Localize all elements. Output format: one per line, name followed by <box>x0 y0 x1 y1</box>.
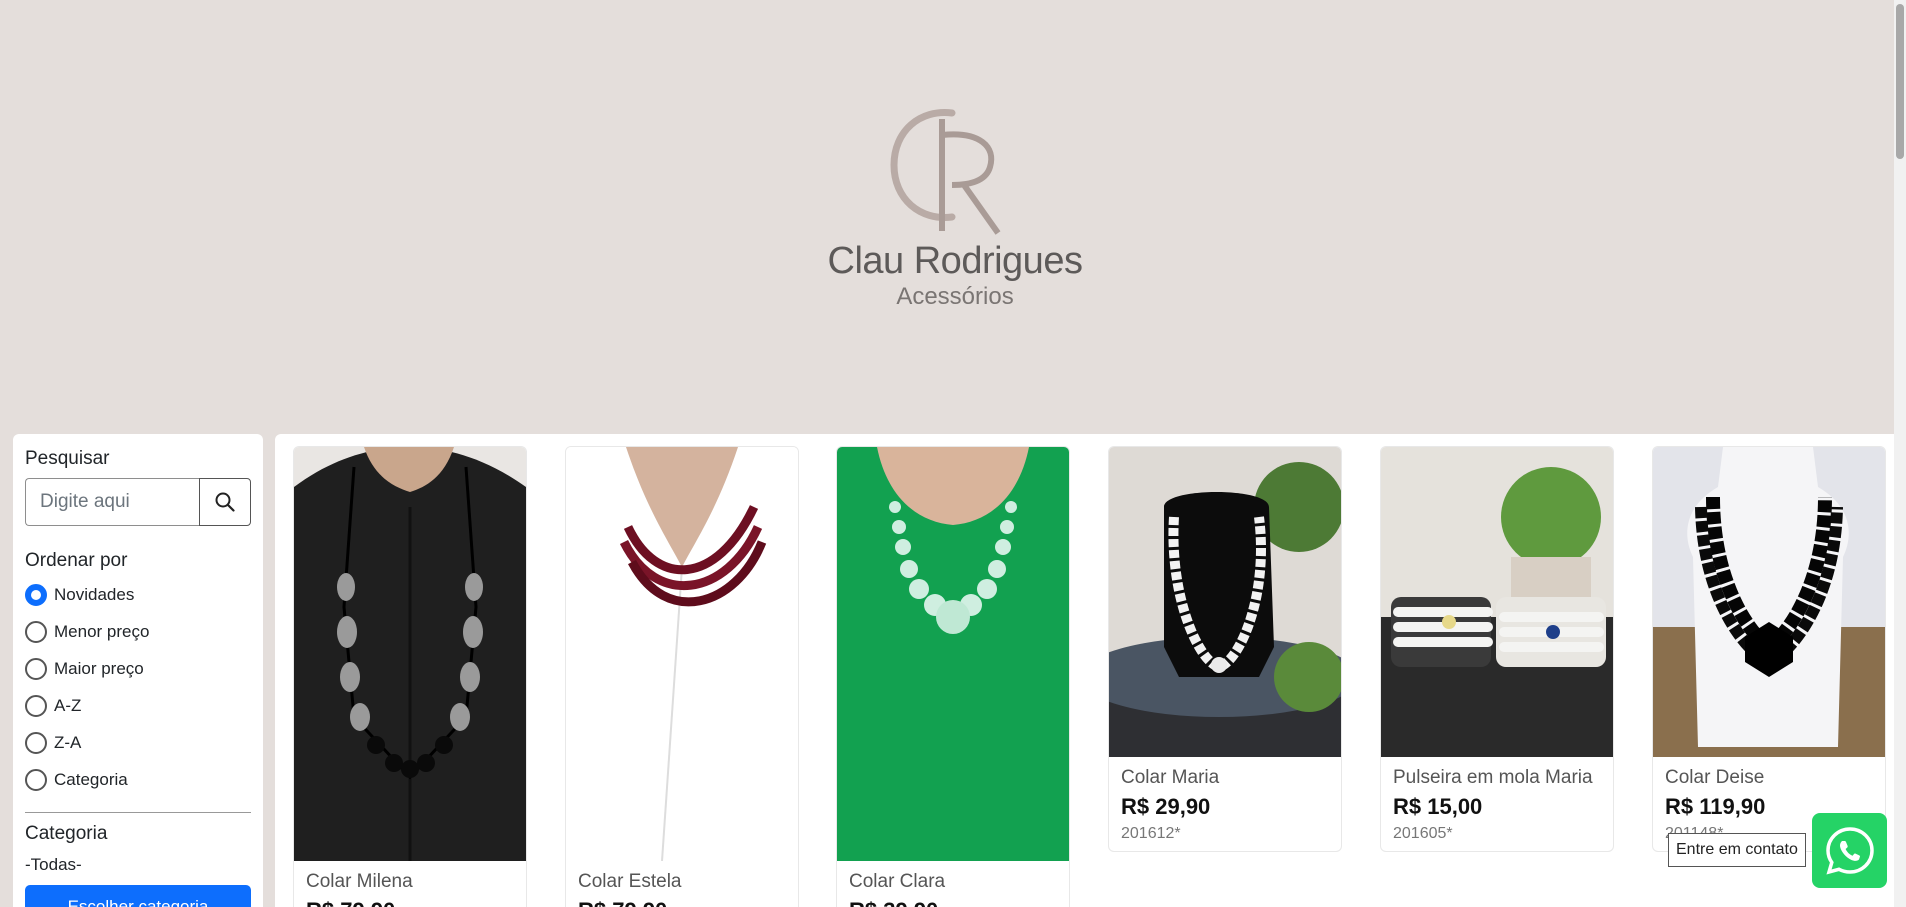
page-scrollbar[interactable] <box>1894 0 1906 907</box>
order-options: Novidades Menor preço Maior preço A-Z Z-… <box>25 576 251 798</box>
order-option-label: Z-A <box>54 732 82 752</box>
product-info: Colar Clara R$ 39,90 <box>837 861 1069 907</box>
product-name: Colar Maria <box>1121 767 1220 788</box>
radio-novidades[interactable] <box>25 583 47 606</box>
choose-category-button[interactable]: Escolher categoria <box>25 885 251 907</box>
product-info: Colar Maria R$ 29,90 201612* <box>1109 757 1341 851</box>
product-name: Colar Estela <box>578 871 682 892</box>
brand-subtitle: Acessórios <box>896 283 1014 310</box>
order-option-label: Menor preço <box>54 621 150 641</box>
category-title: Categoria <box>25 823 108 844</box>
order-option-label: Novidades <box>54 584 135 604</box>
product-image[interactable] <box>1109 447 1341 757</box>
search-icon <box>215 492 235 512</box>
product-image[interactable] <box>837 447 1069 861</box>
radio-z-a[interactable] <box>25 731 47 754</box>
order-option-menor-preco[interactable]: Menor preço <box>25 613 251 650</box>
product-info: Pulseira em mola Maria R$ 15,00 201605* <box>1381 757 1613 851</box>
product-code: 201612* <box>1121 825 1181 842</box>
search-button[interactable] <box>199 478 251 526</box>
sidebar-divider <box>25 812 251 813</box>
order-option-a-z[interactable]: A-Z <box>25 687 251 724</box>
product-image[interactable] <box>294 447 526 861</box>
product-card[interactable]: Colar Estela R$ 79,90 <box>565 446 799 907</box>
order-option-categoria[interactable]: Categoria <box>25 761 251 798</box>
product-photo-necklace <box>294 447 526 861</box>
order-option-maior-preco[interactable]: Maior preço <box>25 650 251 687</box>
whatsapp-icon <box>1825 826 1874 875</box>
radio-maior-preco[interactable] <box>25 657 47 680</box>
header-banner: Clau Rodrigues Acessórios <box>0 0 1894 430</box>
product-card[interactable]: Colar Milena R$ 79,90 <box>293 446 527 907</box>
category-value: -Todas- <box>25 855 82 874</box>
whatsapp-tooltip: Entre em contato <box>1668 833 1806 867</box>
radio-categoria[interactable] <box>25 768 47 791</box>
product-photo-necklace <box>837 447 1069 861</box>
product-code: 201605* <box>1393 825 1453 842</box>
order-option-label: A-Z <box>54 695 82 715</box>
order-option-novidades[interactable]: Novidades <box>25 576 251 613</box>
radio-menor-preco[interactable] <box>25 620 47 643</box>
product-card[interactable]: Colar Maria R$ 29,90 201612* <box>1108 446 1342 852</box>
product-price: R$ 29,90 <box>1121 794 1211 819</box>
product-price: R$ 39,90 <box>849 898 1057 907</box>
product-price: R$ 15,00 <box>1393 794 1483 819</box>
product-info: Colar Estela R$ 79,90 <box>566 861 798 907</box>
radio-a-z[interactable] <box>25 694 47 717</box>
cr-monogram-icon <box>890 109 1001 235</box>
filter-sidebar: Pesquisar Ordenar por Novidades Menor pr… <box>13 434 263 907</box>
order-option-z-a[interactable]: Z-A <box>25 724 251 761</box>
order-title: Ordenar por <box>25 550 128 571</box>
product-image[interactable] <box>566 447 798 861</box>
product-photo-necklace <box>1109 447 1341 757</box>
product-name: Colar Clara <box>849 871 946 892</box>
product-name: Colar Milena <box>306 871 413 892</box>
product-card[interactable]: Pulseira em mola Maria R$ 15,00 201605* <box>1380 446 1614 852</box>
product-name: Pulseira em mola Maria <box>1393 767 1593 788</box>
search-title: Pesquisar <box>25 448 110 469</box>
brand-logo[interactable]: Clau Rodrigues Acessórios <box>800 105 1110 320</box>
product-image[interactable] <box>1381 447 1613 757</box>
product-photo-necklace <box>1653 447 1885 757</box>
product-price: R$ 79,90 <box>578 898 786 907</box>
product-name: Colar Deise <box>1665 767 1765 788</box>
brand-name: Clau Rodrigues <box>827 240 1083 282</box>
product-card[interactable]: Colar Deise R$ 119,90 201148* <box>1652 446 1886 852</box>
product-image[interactable] <box>1653 447 1885 757</box>
product-card[interactable]: Colar Clara R$ 39,90 <box>836 446 1070 907</box>
product-info: Colar Milena R$ 79,90 <box>294 861 526 907</box>
product-price: R$ 79,90 <box>306 898 514 907</box>
search-group <box>25 478 251 526</box>
whatsapp-button[interactable] <box>1812 813 1887 888</box>
scrollbar-thumb[interactable] <box>1896 4 1904 159</box>
search-input[interactable] <box>25 478 199 526</box>
product-photo-bracelet <box>1381 447 1613 757</box>
product-photo-necklace <box>566 447 798 861</box>
product-grid: Colar Milena R$ 79,90 Colar Estela R$ 79… <box>275 434 1906 907</box>
order-option-label: Categoria <box>54 769 128 789</box>
order-option-label: Maior preço <box>54 658 144 678</box>
